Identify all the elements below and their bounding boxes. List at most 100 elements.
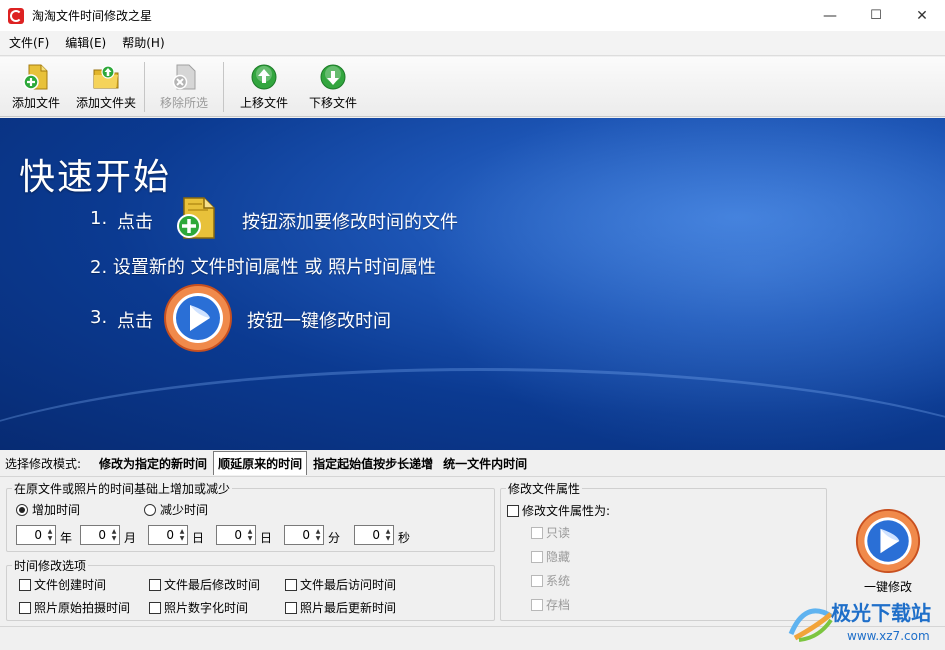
add-file-label: 添加文件: [11, 96, 60, 110]
offset-group-legend: 在原文件或照片的时间基础上增加或减少: [14, 482, 231, 496]
seconds-unit: 秒: [398, 531, 411, 545]
hours-value: 0: [234, 528, 242, 542]
photo-taken-time-label: 照片原始拍摄时间: [34, 601, 131, 615]
modify-attributes-checkbox[interactable]: 修改文件属性为:: [507, 502, 610, 519]
one-click-icon: [855, 508, 921, 574]
tab-unify-in-file-time[interactable]: 统一文件内时间: [439, 452, 531, 475]
minutes-unit: 分: [328, 531, 341, 545]
days-unit: 日: [192, 531, 205, 545]
time-options-legend: 时间修改选项: [14, 559, 87, 573]
minimize-button[interactable]: —: [807, 0, 853, 31]
spinner-arrows-icon[interactable]: ▲ ▼: [383, 526, 393, 544]
menu-help[interactable]: 帮助(H): [114, 31, 172, 56]
step-3-prefix: 点击: [117, 311, 153, 332]
hidden-checkbox[interactable]: 隐藏: [531, 548, 570, 565]
decrease-time-radio[interactable]: 减少时间: [144, 501, 208, 518]
add-file-button[interactable]: 添加文件: [0, 57, 72, 115]
hours-unit: 日: [260, 531, 273, 545]
increase-time-radio[interactable]: 增加时间: [16, 501, 80, 518]
add-folder-button[interactable]: 添加文件夹: [72, 57, 140, 115]
days-spinner[interactable]: 0 ▲ ▼: [148, 525, 188, 545]
step-1-prefix: 点击: [117, 212, 153, 233]
photo-updated-time-label: 照片最后更新时间: [300, 601, 397, 615]
months-value: 0: [98, 528, 106, 542]
file-modified-time-checkbox[interactable]: 文件最后修改时间: [149, 576, 260, 593]
maximize-button[interactable]: ☐: [853, 0, 899, 31]
spinner-arrows-icon[interactable]: ▲ ▼: [45, 526, 55, 544]
menu-bar: 文件(F) 编辑(E) 帮助(H): [0, 31, 945, 56]
spinner-arrows-icon[interactable]: ▲ ▼: [245, 526, 255, 544]
move-up-label: 上移文件: [239, 96, 288, 110]
months-unit: 月: [124, 531, 137, 545]
system-label: 系统: [546, 574, 571, 588]
watermark-logo: 极光下载站 www.xz7.com: [785, 594, 945, 648]
photo-taken-time-checkbox[interactable]: 照片原始拍摄时间: [19, 599, 130, 616]
tab-specified-new-time[interactable]: 修改为指定的新时间: [95, 452, 211, 475]
spinner-arrows-icon[interactable]: ▲ ▼: [313, 526, 323, 544]
file-created-time-label: 文件创建时间: [34, 578, 107, 592]
one-click-modify-button[interactable]: 一键修改: [848, 508, 928, 598]
step-1-number: 1.: [90, 208, 108, 229]
hours-spinner[interactable]: 0 ▲ ▼: [216, 525, 256, 545]
mode-label: 选择修改模式:: [5, 456, 82, 471]
radio-indicator: [144, 503, 156, 516]
file-accessed-time-checkbox[interactable]: 文件最后访问时间: [285, 576, 396, 593]
add-folder-label: 添加文件夹: [75, 96, 136, 110]
arrow-down-icon: [320, 64, 346, 90]
minutes-value: 0: [302, 528, 310, 542]
minutes-spinner[interactable]: 0 ▲ ▼: [284, 525, 324, 545]
toolbar: 添加文件 添加文件夹 移除所选 上移文件 下移文件: [0, 57, 945, 117]
tab-step-increment[interactable]: 指定起始值按步长递增: [309, 452, 437, 475]
spinner-arrows-icon[interactable]: ▲ ▼: [177, 526, 187, 544]
quick-start-title: 快速开始: [19, 157, 172, 198]
toolbar-separator: [223, 62, 224, 112]
add-file-large-icon: [177, 197, 215, 239]
readonly-label: 只读: [546, 526, 571, 540]
file-created-time-checkbox[interactable]: 文件创建时间: [19, 576, 106, 593]
remove-file-icon: [172, 64, 196, 90]
move-up-button[interactable]: 上移文件: [228, 57, 300, 115]
decrease-time-label: 减少时间: [160, 503, 209, 517]
archive-checkbox[interactable]: 存档: [531, 596, 570, 613]
years-value: 0: [34, 528, 42, 542]
mode-bar: 选择修改模式: 修改为指定的新时间 顺延原来的时间 指定起始值按步长递增 统一文…: [0, 450, 945, 477]
archive-label: 存档: [546, 598, 571, 612]
menu-edit[interactable]: 编辑(E): [57, 31, 114, 56]
remove-selected-label: 移除所选: [159, 96, 208, 110]
step-3-text: 按钮一键修改时间: [247, 311, 391, 332]
close-button[interactable]: ✕: [899, 0, 945, 31]
move-down-button[interactable]: 下移文件: [300, 57, 366, 115]
one-click-large-icon: [164, 284, 232, 352]
photo-updated-time-checkbox[interactable]: 照片最后更新时间: [285, 599, 396, 616]
increase-time-label: 增加时间: [32, 503, 81, 517]
menu-file[interactable]: 文件(F): [1, 31, 57, 56]
months-spinner[interactable]: 0 ▲ ▼: [80, 525, 120, 545]
photo-digitized-time-checkbox[interactable]: 照片数字化时间: [149, 599, 248, 616]
window-title: 淘淘文件时间修改之星: [32, 9, 153, 23]
spinner-arrows-icon[interactable]: ▲ ▼: [109, 526, 119, 544]
modify-attributes-label: 修改文件属性为:: [522, 504, 611, 518]
file-attributes-legend: 修改文件属性: [508, 482, 581, 496]
one-click-modify-label: 一键修改: [863, 580, 912, 594]
step-2-text: 2. 设置新的 文件时间属性 或 照片时间属性: [90, 257, 437, 278]
toolbar-separator: [144, 62, 145, 112]
app-icon: [8, 7, 24, 24]
years-spinner[interactable]: 0 ▲ ▼: [16, 525, 56, 545]
step-3-number: 3.: [90, 307, 108, 328]
move-down-label: 下移文件: [308, 96, 357, 110]
seconds-value: 0: [372, 528, 380, 542]
add-folder-icon: [93, 65, 119, 89]
seconds-spinner[interactable]: 0 ▲ ▼: [354, 525, 394, 545]
readonly-checkbox[interactable]: 只读: [531, 524, 570, 541]
photo-digitized-time-label: 照片数字化时间: [164, 601, 249, 615]
quick-start-banner: 快速开始 1. 点击 按钮添加要修改时间的文件 2. 设置新的 文件时间属性 或…: [0, 118, 945, 450]
system-checkbox[interactable]: 系统: [531, 572, 570, 589]
arrow-up-icon: [251, 64, 277, 90]
hidden-label: 隐藏: [546, 550, 571, 564]
years-unit: 年: [60, 531, 73, 545]
tab-shift-original-time[interactable]: 顺延原来的时间: [213, 451, 308, 475]
remove-selected-button[interactable]: 移除所选: [149, 57, 219, 115]
watermark-url: www.xz7.com: [847, 629, 930, 643]
add-file-icon: [23, 64, 48, 90]
step-1-text: 按钮添加要修改时间的文件: [242, 212, 458, 233]
